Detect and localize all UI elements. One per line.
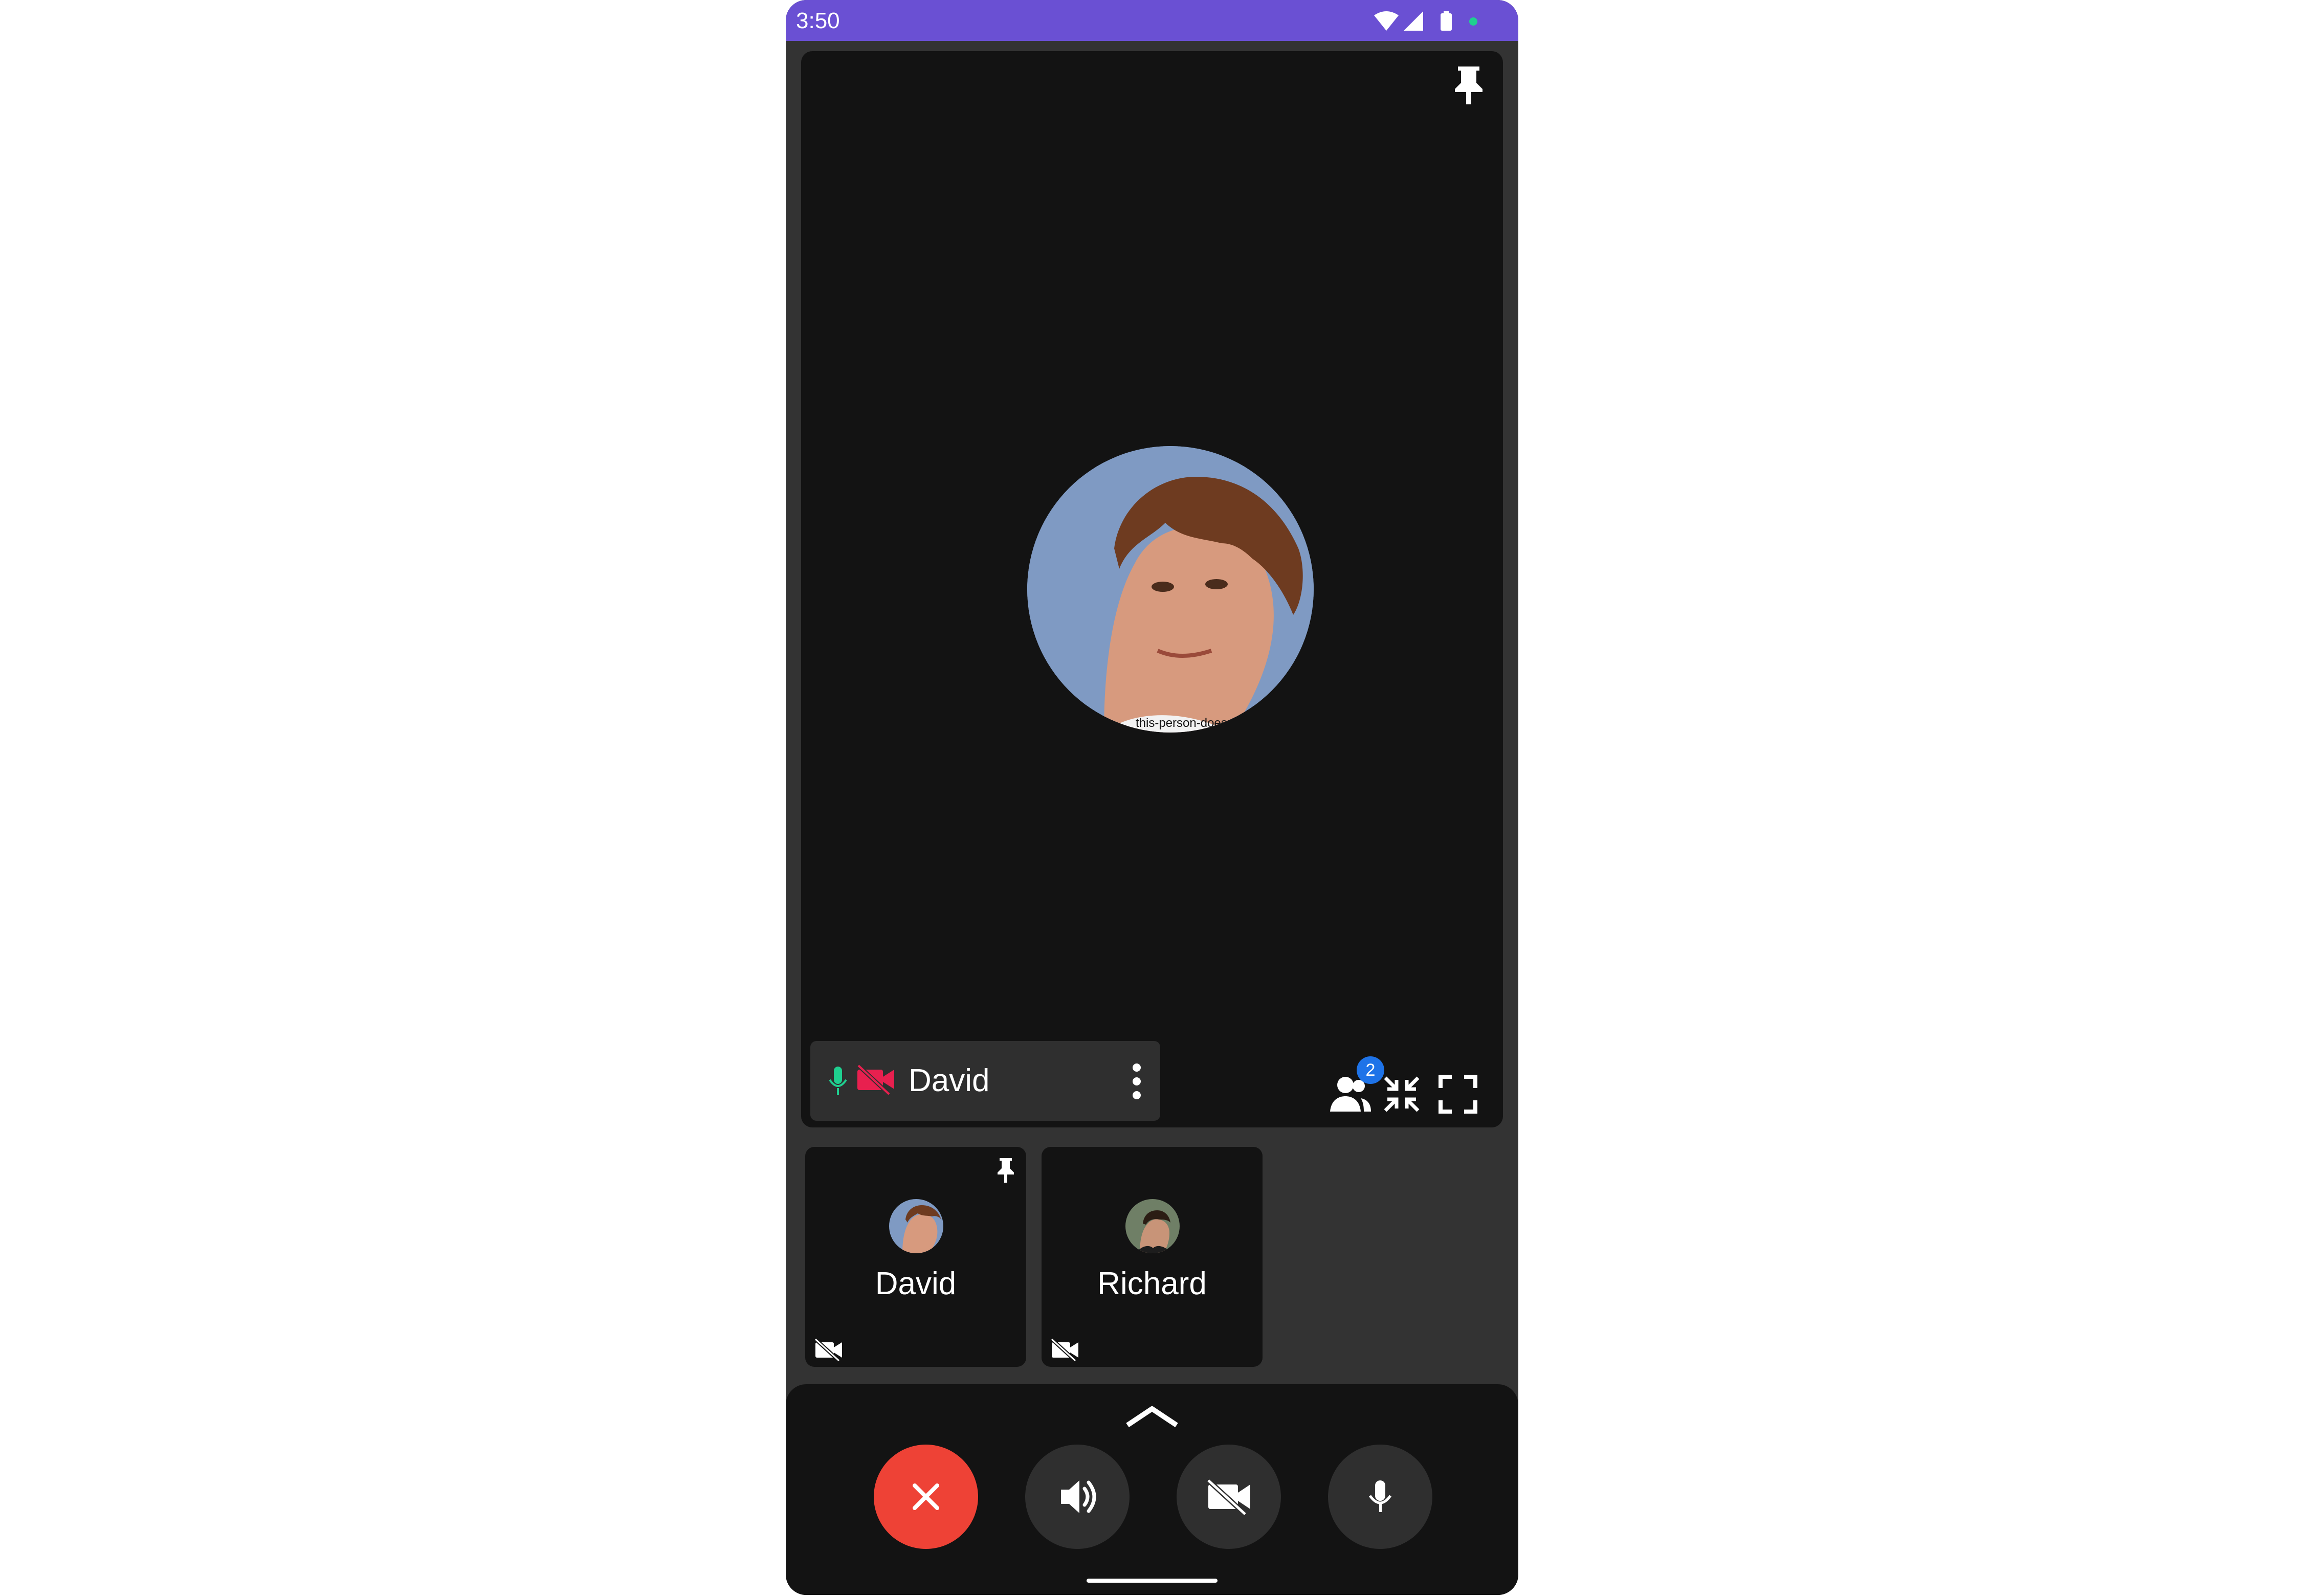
close-icon <box>913 1483 939 1510</box>
camera-off-icon <box>857 1064 894 1095</box>
phone-screen: 3:50 this-person-does David 2 David Rich… <box>786 0 1518 1595</box>
status-icons <box>1374 11 1477 31</box>
avatar-image <box>1125 1199 1180 1253</box>
mic-icon <box>1368 1480 1392 1512</box>
participant-name: David <box>909 1063 990 1098</box>
participant-name: Richard <box>1097 1266 1207 1301</box>
main-video-stage[interactable]: this-person-does David 2 <box>801 51 1503 1127</box>
mic-toggle-button[interactable] <box>1328 1445 1432 1549</box>
camera-off-icon <box>1050 1338 1078 1362</box>
speaker-icon <box>1061 1480 1096 1513</box>
camera-off-icon <box>814 1338 842 1362</box>
chevron-up-icon[interactable] <box>1124 1405 1180 1429</box>
call-controls-panel <box>786 1384 1518 1595</box>
shrink-icon[interactable] <box>1382 1075 1421 1114</box>
camera-off-icon <box>1206 1478 1250 1516</box>
pin-icon[interactable] <box>1451 63 1487 104</box>
avatar <box>889 1199 943 1253</box>
participant-name: David <box>875 1266 957 1301</box>
signal-icon <box>1404 11 1423 31</box>
avatar <box>1125 1199 1180 1253</box>
mic-icon <box>829 1067 847 1095</box>
avatar-image <box>1027 446 1314 733</box>
wifi-icon <box>1374 11 1399 31</box>
status-bar: 3:50 <box>786 0 1518 41</box>
participant-name-bar[interactable]: David <box>810 1041 1160 1121</box>
dot-icon <box>1469 17 1477 26</box>
battery-icon <box>1441 11 1452 31</box>
home-indicator[interactable] <box>1087 1579 1218 1583</box>
photo-watermark: this-person-does <box>1136 716 1227 730</box>
status-time: 3:50 <box>796 8 840 33</box>
pin-icon[interactable] <box>995 1156 1016 1183</box>
participant-tile-richard[interactable]: Richard <box>1042 1147 1263 1367</box>
camera-toggle-button[interactable] <box>1177 1445 1281 1549</box>
speaker-button[interactable] <box>1025 1445 1130 1549</box>
avatar-image <box>889 1199 943 1253</box>
participant-count-badge: 2 <box>1357 1056 1384 1084</box>
fullscreen-icon[interactable] <box>1439 1075 1477 1114</box>
participant-tile-david[interactable]: David <box>805 1147 1026 1367</box>
more-icon[interactable] <box>1132 1062 1142 1100</box>
end-call-button[interactable] <box>874 1445 978 1549</box>
participant-avatar: this-person-does <box>1027 446 1314 733</box>
stage-controls: 2 <box>1329 1051 1498 1128</box>
